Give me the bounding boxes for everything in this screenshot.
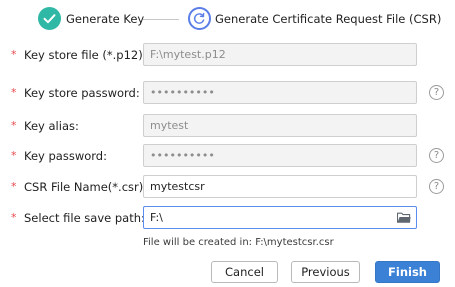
key-store-file-label: Key store file (*.p12):: [24, 48, 147, 62]
key-password-label: Key password:: [24, 149, 107, 163]
help-icon[interactable]: ?: [429, 85, 444, 100]
previous-button[interactable]: Previous: [291, 261, 360, 283]
step-generate-key-label: Generate Key: [66, 12, 145, 26]
cancel-button[interactable]: Cancel: [211, 261, 278, 283]
required-mark: *: [11, 119, 17, 132]
required-mark: *: [11, 149, 17, 162]
stepper: Generate Key Generate Certificate Reques…: [0, 0, 455, 40]
key-alias-label: Key alias:: [24, 119, 79, 133]
save-path-value: F:\: [150, 211, 163, 224]
required-mark: *: [11, 180, 17, 193]
step-active-indicator: [188, 7, 211, 30]
key-alias-field: mytest: [143, 114, 417, 137]
help-icon[interactable]: ?: [429, 148, 444, 163]
save-path-label: Select file save path:: [24, 211, 145, 225]
key-store-file-field: F:\mytest.p12: [143, 43, 417, 66]
refresh-icon: [193, 12, 205, 24]
required-mark: *: [11, 211, 17, 224]
key-password-field: ••••••••••: [143, 144, 417, 167]
key-store-password-row: * Key store password: •••••••••• ?: [0, 81, 455, 105]
key-password-row: * Key password: •••••••••• ?: [0, 144, 455, 168]
step-generate-csr-label: Generate Certificate Request File (CSR): [215, 12, 442, 26]
key-alias-row: * Key alias: mytest: [0, 114, 455, 138]
help-icon[interactable]: ?: [429, 179, 444, 194]
folder-icon[interactable]: [397, 212, 411, 223]
csr-file-name-row: * CSR File Name(*.csr): mytestcsr ?: [0, 175, 455, 199]
key-store-password-field: ••••••••••: [143, 81, 417, 104]
key-store-file-row: * Key store file (*.p12): F:\mytest.p12: [0, 43, 455, 67]
csr-file-name-input[interactable]: mytestcsr: [143, 175, 417, 198]
output-path-hint: File will be created in: F:\mytestcsr.cs…: [143, 237, 334, 248]
key-store-password-label: Key store password:: [24, 86, 140, 100]
csr-dialog: Generate Key Generate Certificate Reques…: [0, 0, 455, 287]
save-path-row: * Select file save path: F:\: [0, 206, 455, 230]
step-connector: [143, 19, 179, 20]
save-path-input[interactable]: F:\: [143, 206, 417, 229]
step-completed-indicator: [38, 7, 61, 30]
csr-file-name-label: CSR File Name(*.csr):: [24, 180, 148, 194]
finish-button[interactable]: Finish: [375, 261, 440, 283]
required-mark: *: [11, 48, 17, 61]
check-icon: [43, 14, 56, 24]
required-mark: *: [11, 86, 17, 99]
